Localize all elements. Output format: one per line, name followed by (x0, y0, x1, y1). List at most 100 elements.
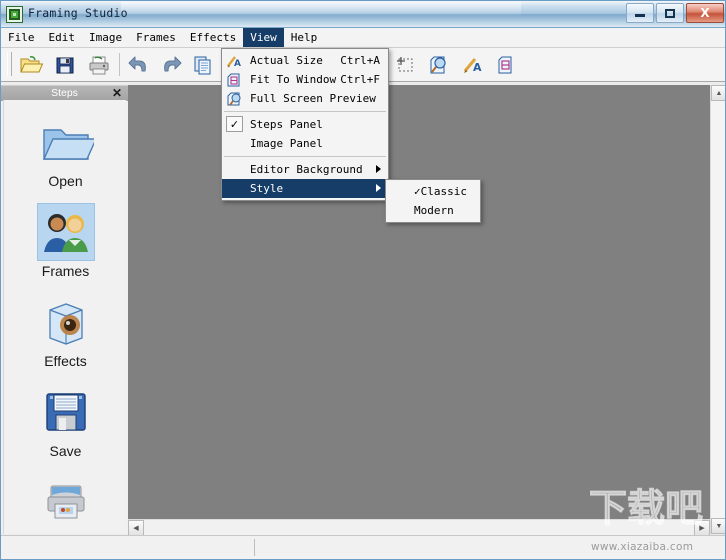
vertical-scrollbar[interactable]: ▲ ▼ (710, 85, 725, 534)
undo-button[interactable] (125, 52, 153, 78)
status-bar (1, 535, 725, 559)
menu-effects-label: Effects (189, 31, 237, 44)
redo-arrow-icon (164, 56, 182, 72)
scroll-up-button[interactable]: ▲ (711, 85, 725, 101)
menu-help[interactable]: Help (284, 28, 325, 47)
copy-pages-icon (194, 56, 211, 75)
steps-panel-title: Steps (51, 87, 78, 99)
menu-edit-label: Edit (48, 31, 76, 44)
toolbar-grip[interactable] (7, 52, 12, 77)
menu-file[interactable]: File (1, 28, 42, 47)
view-dropdown-menu: A Actual Size Ctrl+A Fit To Window Ctrl+… (221, 48, 389, 201)
menu-effects[interactable]: Effects (183, 28, 243, 47)
menu-separator-1 (224, 111, 386, 112)
fit-page-icon (498, 56, 512, 74)
steps-panel-header: Steps ✕ (1, 85, 128, 101)
submenu-item-classic-label: Classic (420, 185, 467, 198)
pencil-a-icon: A (463, 58, 482, 74)
open-button[interactable] (17, 52, 45, 78)
step-frames-label: Frames (41, 263, 90, 279)
chevron-right-icon (376, 165, 381, 173)
menu-help-label: Help (290, 31, 318, 44)
status-divider (254, 539, 255, 556)
menu-item-fit-to-window[interactable]: Fit To Window Ctrl+F (222, 70, 388, 89)
svg-text:A: A (234, 59, 241, 69)
step-frames[interactable]: Frames (4, 204, 127, 279)
menu-item-editor-background[interactable]: Editor Background (222, 160, 388, 179)
print-button[interactable] (85, 52, 113, 78)
scroll-left-button[interactable]: ◀ (128, 520, 144, 536)
minimize-button[interactable] (626, 3, 654, 23)
step-save[interactable]: Save (4, 384, 127, 459)
menu-frames[interactable]: Frames (129, 28, 183, 47)
menu-item-image-panel[interactable]: Image Panel (222, 134, 388, 153)
floppy-disk-icon (38, 384, 94, 440)
menu-image-label: Image (89, 31, 123, 44)
chevron-right-icon (376, 184, 381, 192)
close-button[interactable]: X (686, 3, 724, 23)
printer-icon (89, 56, 109, 75)
menu-item-actual-size-accel: Ctrl+A (340, 54, 380, 67)
floppy-disk-icon (56, 57, 74, 74)
application-window: Framing Studio X File Edit Image Frames … (0, 0, 726, 560)
menu-item-editor-background-label: Editor Background (250, 163, 363, 176)
title-bar-highlight (121, 2, 521, 16)
menu-file-label: File (8, 31, 35, 44)
editor-canvas[interactable] (128, 85, 710, 519)
svg-text:A: A (473, 61, 482, 74)
menu-item-fit-to-window-accel: Ctrl+F (340, 73, 380, 86)
submenu-item-modern[interactable]: Modern (386, 201, 480, 220)
window-controls: X (626, 3, 724, 24)
effects-box-icon (38, 294, 94, 350)
maximize-icon (657, 4, 683, 22)
style-submenu: ✓ Classic Modern (385, 179, 481, 223)
crop-button[interactable] (391, 52, 419, 78)
submenu-item-modern-label: Modern (414, 204, 454, 217)
menu-bar: File Edit Image Frames Effects View Help (1, 28, 725, 48)
menu-image[interactable]: Image (82, 28, 129, 47)
close-icon[interactable]: ✕ (112, 86, 122, 101)
menu-item-fit-to-window-label: Fit To Window (250, 73, 337, 86)
save-button[interactable] (51, 52, 79, 78)
window-title: Framing Studio (28, 6, 128, 20)
step-effects[interactable]: Effects (4, 294, 127, 369)
menu-item-steps-panel-label: Steps Panel (250, 118, 323, 131)
menu-item-actual-size[interactable]: A Actual Size Ctrl+A (222, 51, 388, 70)
menu-view[interactable]: View (243, 28, 284, 47)
menu-view-label: View (250, 31, 277, 44)
crop-marquee-icon (397, 57, 413, 72)
copy-button[interactable] (189, 52, 217, 78)
vertical-scroll-track[interactable] (711, 101, 725, 518)
maximize-button[interactable] (656, 3, 684, 23)
horizontal-scrollbar[interactable]: ◀ ▶ (128, 519, 710, 536)
steps-panel: Steps ✕ Open Frames Effects Save (1, 85, 128, 549)
close-icon: X (700, 6, 710, 20)
redo-button[interactable] (157, 52, 185, 78)
pencil-a-icon: A (227, 56, 241, 69)
menu-item-style[interactable]: Style (222, 179, 388, 198)
scroll-down-button[interactable]: ▼ (711, 518, 725, 534)
frame-logo-icon (6, 6, 23, 23)
step-open[interactable]: Open (4, 114, 127, 189)
menu-separator-2 (224, 156, 386, 157)
magnifier-page-icon (227, 92, 241, 106)
fit-to-window-button[interactable] (493, 52, 521, 78)
full-screen-preview-button[interactable] (425, 52, 453, 78)
toolbar-separator (119, 53, 120, 76)
step-effects-label: Effects (44, 353, 87, 369)
title-bar: Framing Studio X (1, 1, 725, 28)
scroll-right-button[interactable]: ▶ (694, 520, 710, 536)
checkmark-icon: ✓ (226, 116, 243, 132)
open-folder-icon (20, 56, 44, 73)
magnifier-page-icon (430, 56, 446, 74)
menu-item-full-screen-preview[interactable]: Full Screen Preview (222, 89, 388, 108)
checkmark-icon: ✓ (414, 185, 421, 198)
menu-item-steps-panel[interactable]: ✓ Steps Panel (222, 115, 388, 134)
people-frame-icon (37, 204, 94, 260)
fit-page-icon (227, 73, 240, 87)
open-folder-icon (38, 114, 97, 170)
menu-edit[interactable]: Edit (42, 28, 83, 47)
step-open-label: Open (48, 173, 83, 189)
actual-size-button[interactable]: A (459, 52, 487, 78)
submenu-item-classic[interactable]: ✓ Classic (386, 182, 480, 201)
